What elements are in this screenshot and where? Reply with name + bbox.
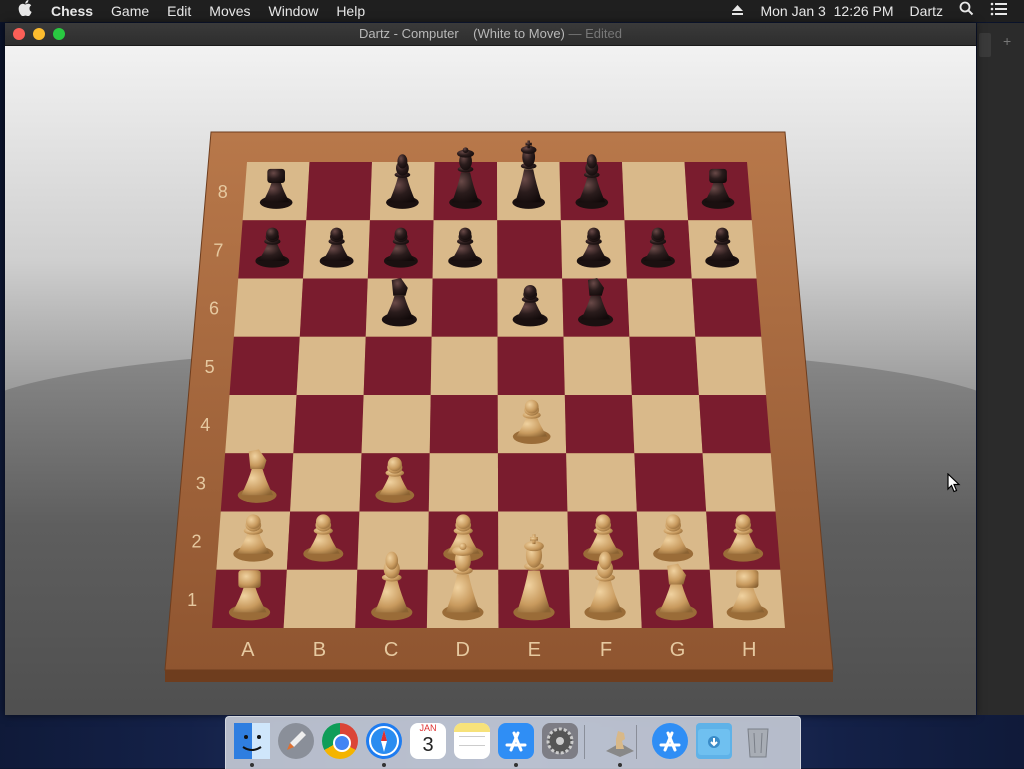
square-d5[interactable] xyxy=(430,336,498,395)
square-g6[interactable] xyxy=(626,278,696,337)
menu-game[interactable]: Game xyxy=(102,0,158,22)
file-label-a: A xyxy=(241,639,255,661)
apple-icon[interactable] xyxy=(0,0,42,22)
square-h4[interactable] xyxy=(698,395,771,454)
system-preferences-icon[interactable] xyxy=(542,723,578,759)
square-b4[interactable] xyxy=(293,395,364,454)
dock: JAN 3 xyxy=(225,716,801,769)
menu-clock[interactable]: Mon Jan 3 12:26 PM xyxy=(752,0,901,22)
eject-icon[interactable] xyxy=(723,0,752,22)
rank-label-8: 8 xyxy=(218,182,228,202)
rank-label-3: 3 xyxy=(196,473,206,493)
square-e3[interactable] xyxy=(497,453,568,512)
calendar-day-label: 3 xyxy=(422,734,434,756)
square-f4[interactable] xyxy=(564,395,635,454)
control-center-icon[interactable] xyxy=(982,0,1024,22)
square-g5[interactable] xyxy=(629,336,699,395)
rank-label-5: 5 xyxy=(205,357,215,377)
square-h3[interactable] xyxy=(702,453,776,512)
rank-label-1: 1 xyxy=(187,590,197,610)
chess-icon[interactable] xyxy=(602,723,638,759)
dock-separator xyxy=(584,725,585,759)
menu-window[interactable]: Window xyxy=(260,0,328,22)
file-label-c: C xyxy=(384,639,398,661)
add-tab-icon[interactable]: + xyxy=(1003,33,1011,49)
running-indicator xyxy=(514,763,518,767)
safari-icon[interactable] xyxy=(366,723,402,759)
square-b3[interactable] xyxy=(290,453,362,512)
menu-app-name[interactable]: Chess xyxy=(42,0,102,22)
finder-icon[interactable] xyxy=(234,723,270,759)
chess-window: Dartz - Computer (White to Move) — Edite… xyxy=(5,23,976,715)
rank-label-6: 6 xyxy=(209,299,219,319)
file-label-f: F xyxy=(600,639,612,661)
mouse-cursor-icon xyxy=(947,473,961,493)
square-h6[interactable] xyxy=(691,278,762,337)
square-c4[interactable] xyxy=(361,395,431,454)
menu-help[interactable]: Help xyxy=(327,0,374,22)
square-b6[interactable] xyxy=(299,278,368,337)
desktop: Chess Game Edit Moves Window Help Mon Ja… xyxy=(0,0,1024,769)
square-d6[interactable] xyxy=(431,278,498,337)
square-e7[interactable] xyxy=(497,220,563,279)
square-c5[interactable] xyxy=(363,336,432,395)
file-label-e: E xyxy=(528,639,541,661)
square-g3[interactable] xyxy=(634,453,707,512)
window-title: Dartz - Computer (White to Move) — Edite… xyxy=(5,23,976,45)
board-scene[interactable]: 8 7 6 5 4 3 2 1 A B C D E F G H xyxy=(5,46,976,715)
title-bar[interactable]: Dartz - Computer (White to Move) — Edite… xyxy=(5,23,976,46)
app-store-downloads-icon[interactable] xyxy=(652,723,688,759)
file-label-g: G xyxy=(670,639,686,661)
file-label-d: D xyxy=(455,639,469,661)
dock-separator xyxy=(636,725,637,759)
app-store-icon[interactable] xyxy=(498,723,534,759)
rank-label-7: 7 xyxy=(213,240,223,260)
running-indicator xyxy=(382,763,386,767)
square-d4[interactable] xyxy=(429,395,498,454)
rank-label-4: 4 xyxy=(200,415,210,435)
square-h5[interactable] xyxy=(695,336,766,395)
menu-edit[interactable]: Edit xyxy=(158,0,200,22)
square-b1[interactable] xyxy=(283,569,358,628)
notes-icon[interactable] xyxy=(454,723,490,759)
search-icon[interactable] xyxy=(951,0,982,22)
menu-user[interactable]: Dartz xyxy=(902,0,951,22)
rank-label-2: 2 xyxy=(192,532,202,552)
chrome-icon[interactable] xyxy=(322,723,358,759)
chess-board[interactable]: 8 7 6 5 4 3 2 1 A B C D E F G H xyxy=(5,46,971,700)
calendar-icon[interactable]: JAN 3 xyxy=(410,723,446,759)
menu-moves[interactable]: Moves xyxy=(200,0,259,22)
background-window: + xyxy=(977,23,1024,715)
background-window-tab[interactable] xyxy=(979,33,991,57)
file-label-h: H xyxy=(742,639,756,661)
board-frame-edge xyxy=(165,670,833,682)
menu-extras: Mon Jan 3 12:26 PM Dartz xyxy=(723,0,1024,22)
file-label-b: B xyxy=(313,639,326,661)
launchpad-icon[interactable] xyxy=(278,723,314,759)
square-a5[interactable] xyxy=(229,336,300,395)
running-indicator xyxy=(250,763,254,767)
square-b5[interactable] xyxy=(296,336,366,395)
edited-indicator: — Edited xyxy=(564,26,622,41)
square-e5[interactable] xyxy=(497,336,565,395)
square-g8[interactable] xyxy=(622,162,689,221)
running-indicator xyxy=(618,763,622,767)
trash-icon[interactable] xyxy=(740,723,776,759)
square-b8[interactable] xyxy=(306,162,372,221)
square-a4[interactable] xyxy=(225,395,297,454)
window-title-text: Dartz - Computer (White to Move) xyxy=(359,26,565,41)
square-f5[interactable] xyxy=(563,336,632,395)
square-f3[interactable] xyxy=(566,453,637,512)
downloads-folder-icon[interactable] xyxy=(696,723,732,759)
menu-bar: Chess Game Edit Moves Window Help Mon Ja… xyxy=(0,0,1024,22)
calendar-month-label: JAN xyxy=(419,723,437,733)
square-d3[interactable] xyxy=(428,453,499,512)
square-a6[interactable] xyxy=(233,278,304,337)
square-g4[interactable] xyxy=(631,395,703,454)
